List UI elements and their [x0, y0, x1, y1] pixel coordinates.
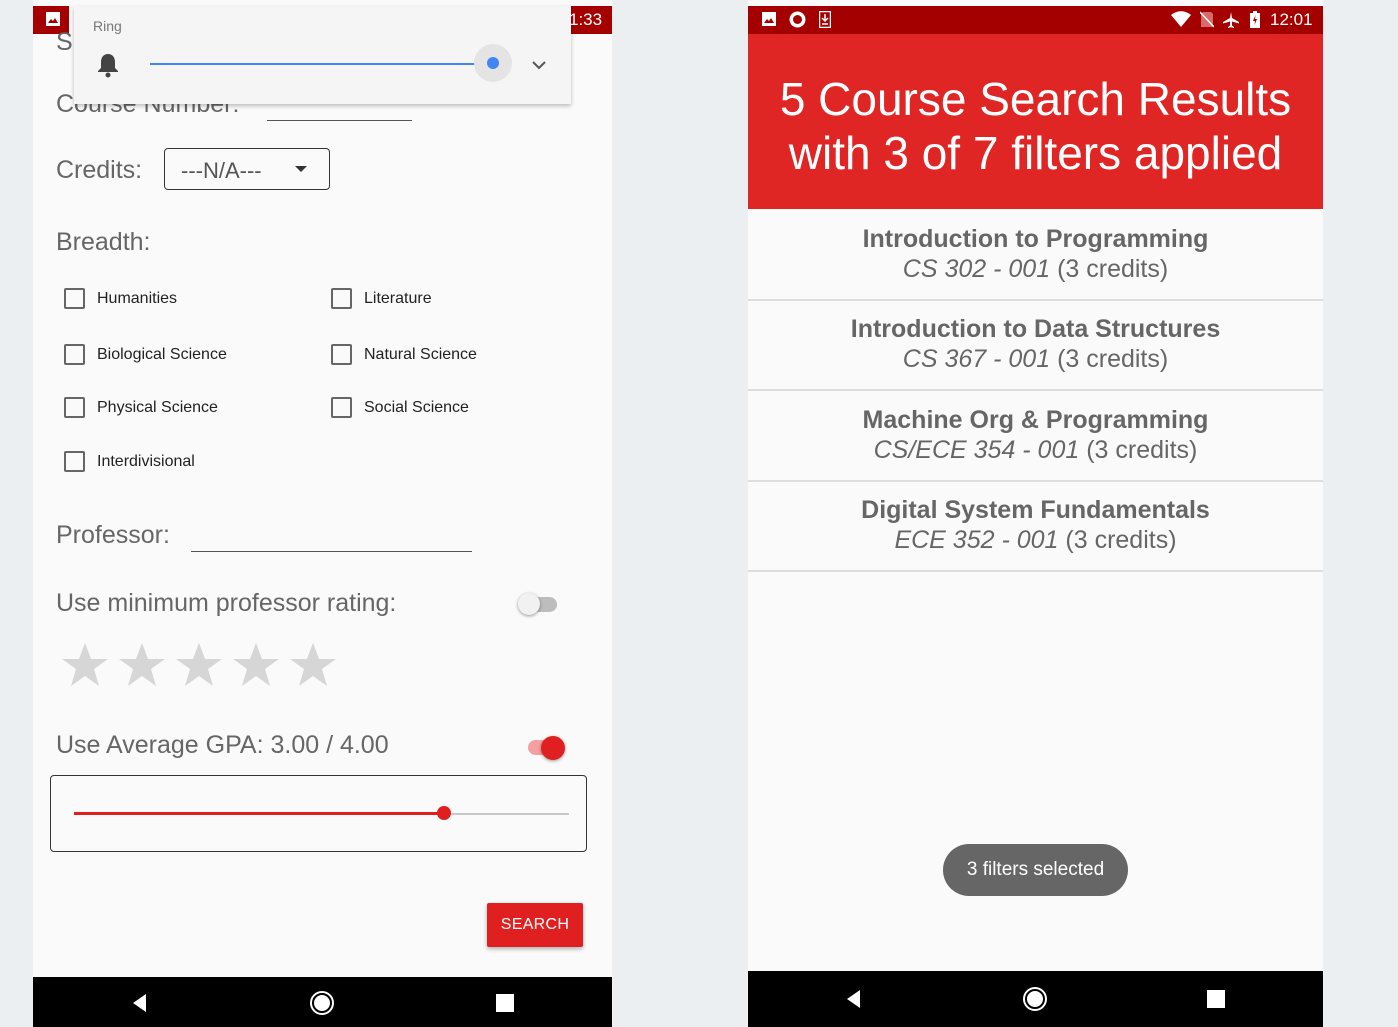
nav-bar — [33, 977, 612, 1027]
star-icon[interactable] — [174, 640, 224, 690]
checkbox-physical-science[interactable]: Physical Science — [64, 397, 218, 418]
search-button[interactable]: SEARCH — [487, 903, 583, 947]
back-icon[interactable] — [842, 986, 868, 1012]
record-icon — [789, 11, 806, 33]
back-icon[interactable] — [128, 990, 154, 1016]
dropdown-arrow-icon — [295, 166, 307, 172]
results-title-line1: 5 Course Search Results — [779, 73, 1292, 125]
status-bar: 12:01 — [748, 6, 1323, 34]
gpa-label: Use Average GPA: 3.00 / 4.00 — [56, 731, 389, 759]
checkbox-natural-science[interactable]: Natural Science — [331, 344, 477, 365]
list-item[interactable]: Machine Org & Programming CS/ECE 354 - 0… — [748, 390, 1323, 482]
course-name: Introduction to Data Structures — [850, 315, 1221, 343]
course-credits: (3 credits) — [1086, 436, 1198, 464]
star-icon[interactable] — [60, 640, 110, 690]
star-icon[interactable] — [117, 640, 167, 690]
course-credits: (3 credits) — [1057, 255, 1169, 283]
min-rating-label: Use minimum professor rating: — [56, 589, 397, 617]
gpa-toggle[interactable] — [528, 736, 565, 760]
checkbox-label: Natural Science — [364, 345, 477, 363]
list-item[interactable]: Digital System Fundamentals ECE 352 - 00… — [748, 480, 1323, 572]
results-title: 5 Course Search Results with 3 of 7 filt… — [748, 72, 1323, 180]
checkbox-literature[interactable]: Literature — [331, 288, 432, 309]
airplane-icon — [1222, 11, 1240, 34]
ring-volume-thumb[interactable] — [474, 44, 512, 82]
course-name: Introduction to Programming — [862, 225, 1209, 253]
image-icon — [761, 11, 777, 32]
ring-volume-slider[interactable] — [150, 63, 494, 65]
course-code: CS 367 - 001 — [902, 345, 1051, 373]
volume-ring-popup: Ring — [74, 6, 571, 104]
course-name: Machine Org & Programming — [862, 406, 1209, 434]
search-results-screen: 12:01 5 Course Search Results with 3 of … — [748, 0, 1323, 1027]
checkbox-box[interactable] — [331, 288, 352, 309]
nav-bar — [748, 971, 1323, 1027]
search-filters-screen: 1:33 S Course Number: Ring Credits: ---N… — [33, 0, 612, 1027]
gpa-slider-fill — [74, 812, 444, 815]
no-sim-icon — [1199, 11, 1215, 33]
checkbox-box[interactable] — [331, 344, 352, 365]
status-time: 1:33 — [569, 10, 603, 29]
recents-icon[interactable] — [1203, 986, 1229, 1012]
checkbox-label: Literature — [364, 289, 432, 307]
course-code-line: CS 367 - 001 (3 credits) — [748, 345, 1323, 374]
breadth-label: Breadth: — [56, 228, 151, 256]
home-icon[interactable] — [309, 990, 335, 1016]
professor-label: Professor: — [56, 521, 170, 549]
toast-message: 3 filters selected — [943, 844, 1128, 896]
star-icon[interactable] — [231, 640, 281, 690]
checkbox-label: Humanities — [97, 289, 178, 307]
battery-icon — [1250, 11, 1260, 33]
list-item[interactable]: Introduction to Programming CS 302 - 001… — [748, 209, 1323, 301]
wifi-icon — [1171, 11, 1191, 32]
course-code-line: ECE 352 - 001 (3 credits) — [748, 526, 1323, 555]
status-bar-right: 1:33 — [566, 6, 612, 34]
checkbox-social-science[interactable]: Social Science — [331, 397, 469, 418]
checkbox-humanities[interactable]: Humanities — [64, 288, 177, 309]
course-code-line: CS 302 - 001 (3 credits) — [748, 255, 1323, 284]
bell-icon[interactable] — [96, 52, 120, 83]
course-code-line: CS/ECE 354 - 001 (3 credits) — [748, 436, 1323, 465]
star-icon[interactable] — [288, 640, 338, 690]
status-time: 12:01 — [1270, 10, 1313, 29]
gpa-slider-thumb[interactable] — [436, 806, 451, 820]
gpa-slider-container — [50, 775, 587, 852]
ring-title: Ring — [93, 18, 122, 34]
credits-selected-value: ---N/A--- — [181, 158, 262, 183]
checkbox-box[interactable] — [64, 288, 85, 309]
checkbox-biological-science[interactable]: Biological Science — [64, 344, 227, 365]
course-credits: (3 credits) — [1065, 526, 1177, 554]
checkbox-label: Physical Science — [97, 398, 218, 416]
course-code: CS/ECE 354 - 001 — [873, 436, 1080, 464]
checkbox-box[interactable] — [64, 451, 85, 472]
course-number-input[interactable] — [267, 120, 412, 121]
checkbox-label: Interdivisional — [97, 452, 195, 470]
checkbox-box[interactable] — [64, 344, 85, 365]
partial-top-label: S — [56, 28, 73, 56]
course-name: Digital System Fundamentals — [861, 496, 1210, 524]
checkbox-interdivisional[interactable]: Interdivisional — [64, 451, 195, 472]
checkbox-label: Social Science — [364, 398, 469, 416]
credits-dropdown[interactable]: ---N/A--- — [164, 148, 330, 190]
chevron-down-icon[interactable] — [532, 57, 546, 75]
course-code: ECE 352 - 001 — [894, 526, 1059, 554]
results-header: 5 Course Search Results with 3 of 7 filt… — [748, 34, 1323, 209]
home-icon[interactable] — [1022, 986, 1048, 1012]
checkbox-box[interactable] — [331, 397, 352, 418]
results-title-line2: with 3 of 7 filters applied — [788, 127, 1283, 179]
course-code: CS 302 - 001 — [902, 255, 1051, 283]
professor-input[interactable] — [191, 551, 472, 552]
credits-label: Credits: — [56, 156, 143, 184]
recents-icon[interactable] — [492, 990, 518, 1016]
min-rating-toggle[interactable] — [518, 593, 557, 615]
course-credits: (3 credits) — [1057, 345, 1169, 373]
download-icon — [818, 10, 832, 33]
checkbox-box[interactable] — [64, 397, 85, 418]
list-item[interactable]: Introduction to Data Structures CS 367 -… — [748, 299, 1323, 391]
checkbox-label: Biological Science — [97, 345, 227, 363]
